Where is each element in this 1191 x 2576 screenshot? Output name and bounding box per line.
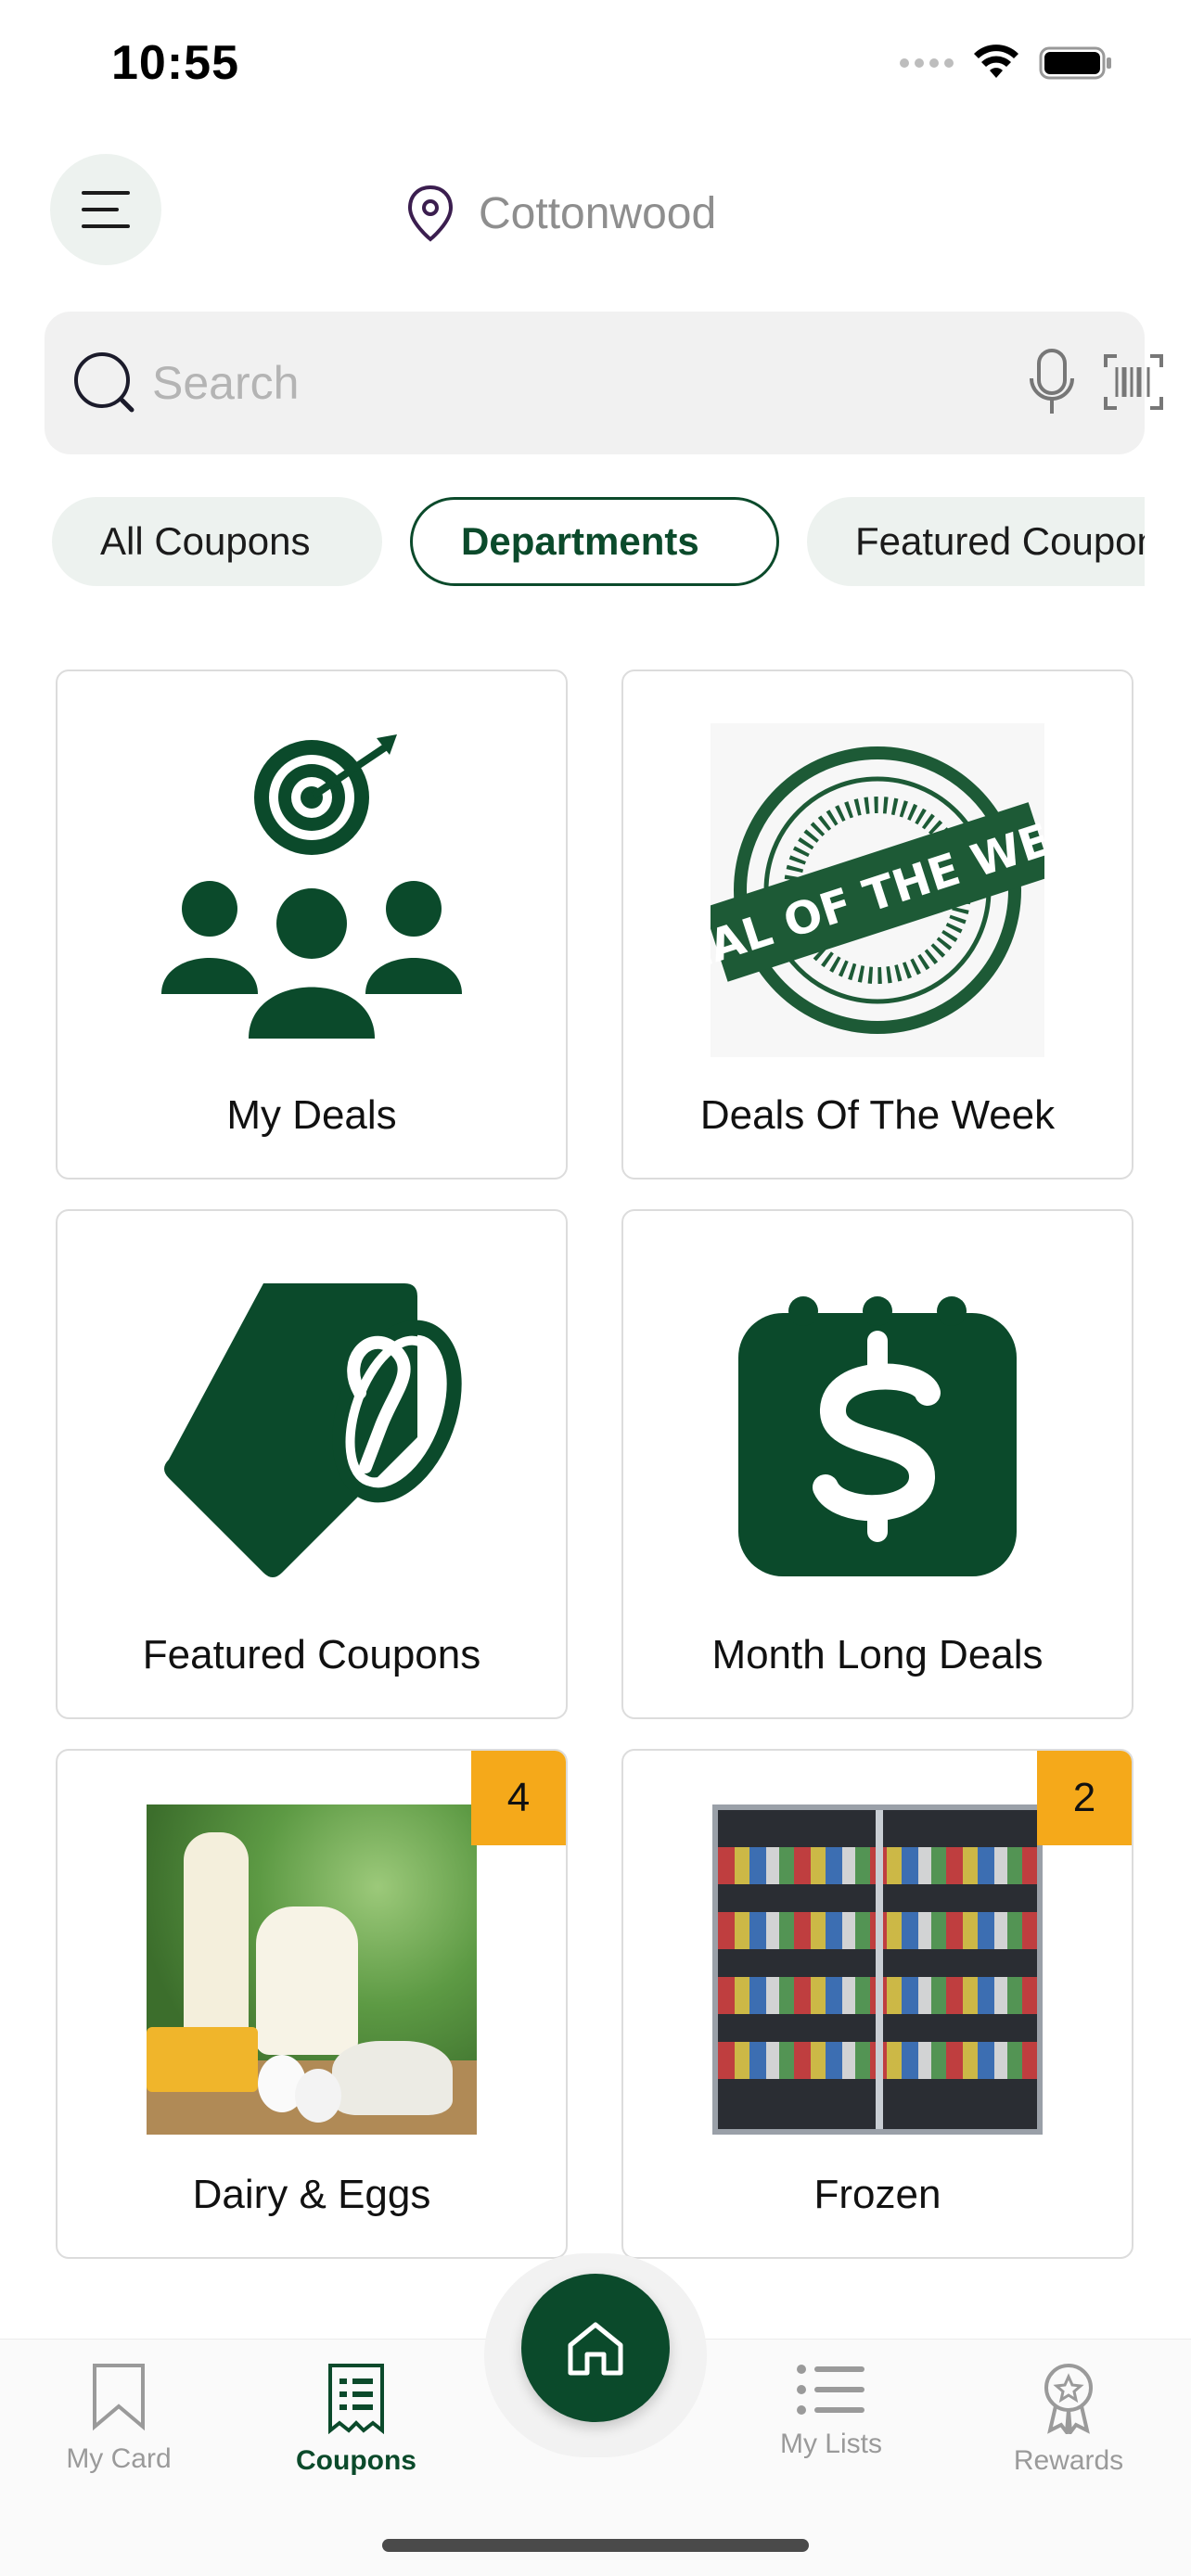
calendar-dollar-icon <box>711 1263 1044 1597</box>
list-icon <box>797 2365 864 2415</box>
search-icon <box>74 352 134 413</box>
status-bar: 10:55 <box>0 0 1191 130</box>
tab-rewards[interactable]: Rewards <box>976 2362 1161 2501</box>
tab-label: Rewards <box>1013 2445 1124 2476</box>
cellular-signal-icon <box>900 58 954 68</box>
deal-of-the-week-stamp: DEAL OF THE WEEK <box>711 723 1044 1057</box>
card-label: Featured Coupons <box>142 1632 481 1677</box>
card-deals-of-the-week[interactable]: DEAL OF THE WEEK Deals Of The Week <box>621 670 1133 1180</box>
filter-chips: All Coupons Departments Featured Coupons <box>52 497 1145 586</box>
search-input[interactable] <box>152 341 987 425</box>
item-count-badge: 2 <box>1037 1751 1132 1845</box>
menu-button[interactable] <box>50 154 161 265</box>
status-time: 10:55 <box>111 36 239 90</box>
bookmark-icon <box>93 2364 145 2431</box>
location-name: Cottonwood <box>479 188 717 238</box>
chip-all-coupons[interactable]: All Coupons <box>52 497 382 586</box>
chip-featured-coupons[interactable]: Featured Coupons <box>807 497 1145 586</box>
card-label: Frozen <box>813 2172 941 2217</box>
tab-my-lists[interactable]: My Lists <box>738 2362 924 2501</box>
search-bar <box>45 312 1163 454</box>
card-label: Month Long Deals <box>711 1632 1044 1677</box>
battery-icon <box>1039 46 1111 80</box>
card-month-long-deals[interactable]: Month Long Deals <box>621 1209 1133 1719</box>
status-icons <box>900 45 1113 82</box>
dairy-eggs-photo <box>145 1803 479 2136</box>
card-label: Dairy & Eggs <box>192 2172 431 2217</box>
card-dairy-eggs[interactable]: 4 Dairy & Eggs <box>56 1749 568 2259</box>
home-button[interactable] <box>521 2274 670 2422</box>
item-count-badge: 4 <box>471 1751 566 1845</box>
card-my-deals[interactable]: My Deals <box>56 670 568 1180</box>
target-people-icon <box>145 723 479 1057</box>
microphone-icon[interactable] <box>1026 347 1078 421</box>
tab-label: My Card <box>66 2443 172 2474</box>
chip-departments[interactable]: Departments <box>410 497 779 586</box>
card-featured-coupons[interactable]: Featured Coupons <box>56 1209 568 1719</box>
home-indicator <box>382 2539 809 2552</box>
tab-my-card[interactable]: My Card <box>26 2362 211 2501</box>
hamburger-menu-icon <box>82 191 130 228</box>
home-icon <box>568 2322 623 2376</box>
top-bar: Cottonwood <box>0 148 1191 287</box>
store-location-selector[interactable]: Cottonwood <box>404 184 716 243</box>
tag-icon <box>145 1263 479 1597</box>
tab-coupons[interactable]: Coupons <box>263 2362 449 2501</box>
barcode-scanner-icon[interactable] <box>1102 352 1165 412</box>
location-pin-icon <box>407 185 454 242</box>
frozen-freezer-photo <box>711 1803 1044 2136</box>
tab-label: My Lists <box>779 2429 882 2459</box>
receipt-icon <box>328 2364 384 2434</box>
card-label: My Deals <box>226 1092 397 1138</box>
card-frozen[interactable]: 2 Frozen <box>621 1749 1133 2259</box>
award-ribbon-icon <box>1044 2364 1093 2434</box>
wifi-icon <box>974 45 1018 78</box>
card-label: Deals Of The Week <box>699 1092 1056 1138</box>
tab-label: Coupons <box>296 2445 416 2476</box>
